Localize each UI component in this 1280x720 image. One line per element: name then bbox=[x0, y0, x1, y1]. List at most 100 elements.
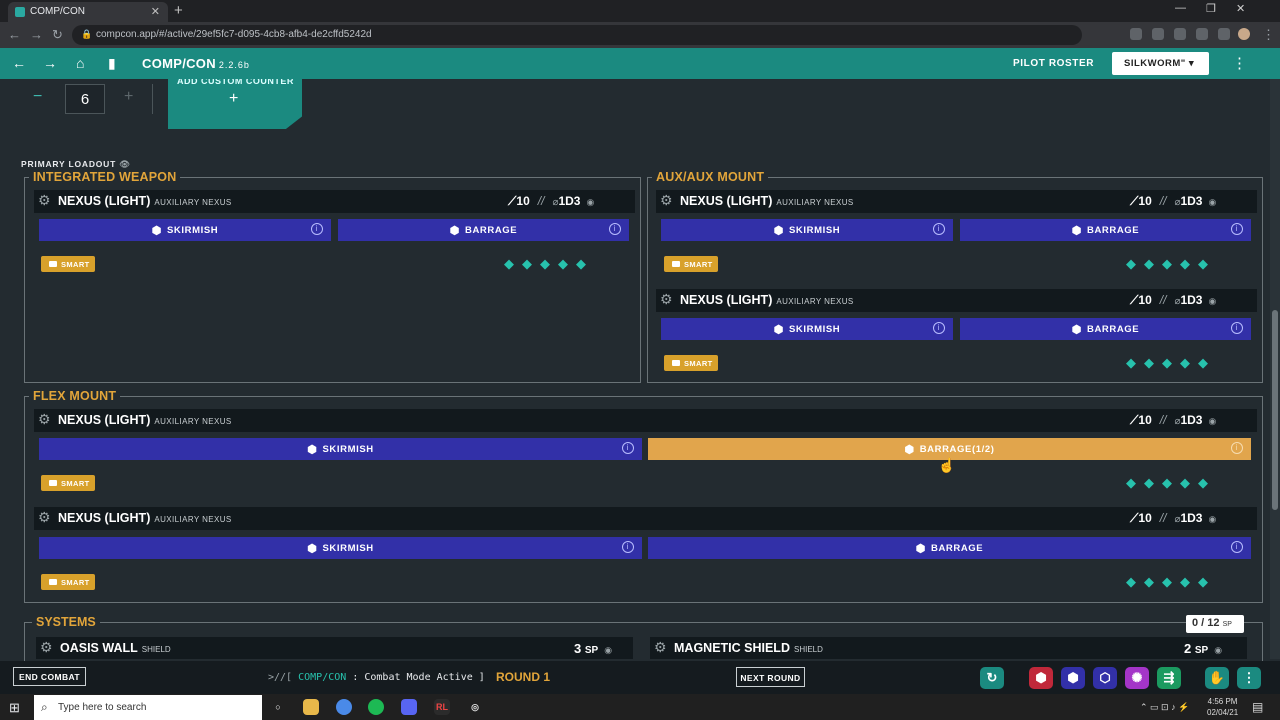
weapon-header[interactable]: ⚙ NEXUS (LIGHT) AUXILIARY NEXUS ⟋10//⌀1D3… bbox=[656, 289, 1257, 312]
url-field[interactable]: 🔒 compcon.app/#/active/29ef5fc7-d095-4cb… bbox=[72, 25, 1082, 45]
uses-diamond-icon[interactable]: ◆◆◆◆◆ bbox=[1126, 475, 1216, 491]
eye-icon[interactable]: ◉ bbox=[586, 197, 594, 207]
tech-icon[interactable]: ✺ bbox=[1125, 667, 1149, 689]
smart-tag[interactable]: SMART bbox=[41, 475, 95, 491]
system-tray[interactable]: ⌃ ▭ ⊡ ♪ ⚡ bbox=[1140, 702, 1189, 713]
uses-diamond-icon[interactable]: ◆◆◆◆◆ bbox=[1126, 355, 1216, 371]
windows-start-icon[interactable]: ⊞ bbox=[9, 700, 20, 716]
info-icon[interactable]: i bbox=[933, 223, 945, 235]
app-icon[interactable]: RL bbox=[434, 699, 450, 715]
back-icon[interactable]: ← bbox=[12, 55, 26, 71]
extension-icon[interactable] bbox=[1152, 28, 1164, 40]
end-combat-button[interactable]: END COMBAT bbox=[13, 667, 86, 686]
browser-menu-icon[interactable]: ⋮ bbox=[1262, 27, 1275, 43]
weapon-header[interactable]: ⚙ NEXUS (LIGHT) AUXILIARY NEXUS ⟋10//⌀1D3… bbox=[34, 507, 1257, 530]
new-tab-button[interactable]: + bbox=[174, 2, 183, 19]
mode-barrage-button[interactable]: ⬢ BARRAGE i bbox=[648, 537, 1251, 559]
profile-avatar[interactable] bbox=[1238, 28, 1250, 40]
info-icon[interactable]: i bbox=[1231, 223, 1243, 235]
smart-tag[interactable]: SMART bbox=[664, 256, 718, 272]
minimize-icon[interactable]: — bbox=[1175, 2, 1186, 14]
mode-skirmish-button[interactable]: ⬢ SKIRMISH i bbox=[39, 438, 642, 460]
info-icon[interactable]: i bbox=[311, 223, 323, 235]
uses-diamond-icon[interactable]: ◆◆◆◆◆ bbox=[504, 256, 594, 272]
more-menu-icon[interactable]: ⋮ bbox=[1237, 667, 1261, 689]
clock[interactable]: 4:56 PM 02/04/21 bbox=[1207, 696, 1238, 718]
weapon-header[interactable]: ⚙ NEXUS (LIGHT) AUXILIARY NEXUS ⟋10//⌀1D3… bbox=[656, 190, 1257, 213]
uses-diamond-icon[interactable]: ◆◆◆◆◆ bbox=[1126, 574, 1216, 590]
spotify-icon[interactable] bbox=[368, 699, 384, 715]
hexagon-icon[interactable]: ⬢ bbox=[1061, 667, 1085, 689]
system-row[interactable]: ⚙ OASIS WALL SHIELD 3 SP ◉ bbox=[36, 637, 633, 659]
steam-icon[interactable]: ◎ bbox=[467, 699, 483, 715]
counter-decrement-button[interactable]: − bbox=[33, 88, 42, 106]
uses-diamond-icon[interactable]: ◆◆◆◆◆ bbox=[1126, 256, 1216, 272]
gear-icon[interactable]: ⚙ bbox=[660, 291, 673, 308]
next-round-button[interactable]: NEXT ROUND bbox=[736, 667, 805, 687]
gear-icon[interactable]: ⚙ bbox=[654, 639, 667, 656]
eye-icon[interactable]: ◉ bbox=[1208, 197, 1216, 207]
taskbar-search-field[interactable]: ⌕ Type here to search bbox=[34, 695, 262, 720]
extension-icon[interactable] bbox=[1130, 28, 1142, 40]
overcharge-icon[interactable]: ⬢ bbox=[1029, 667, 1053, 689]
add-custom-counter-button[interactable]: ADD CUSTOM COUNTER + bbox=[168, 79, 302, 129]
eye-icon[interactable]: ◉ bbox=[604, 645, 612, 655]
weapon-header[interactable]: ⚙ NEXUS (LIGHT) AUXILIARY NEXUS ⟋10//⌀1D3… bbox=[34, 409, 1257, 432]
mode-skirmish-button[interactable]: ⬢ SKIRMISH i bbox=[661, 318, 953, 340]
gear-icon[interactable]: ⚙ bbox=[38, 192, 51, 209]
shield-icon[interactable]: ⬡ bbox=[1093, 667, 1117, 689]
info-icon[interactable]: i bbox=[609, 223, 621, 235]
reload-icon[interactable]: ↻ bbox=[52, 27, 63, 43]
refresh-icon[interactable]: ↻ bbox=[980, 667, 1004, 689]
browser-back-icon[interactable]: ← bbox=[8, 27, 21, 42]
info-icon[interactable]: i bbox=[933, 322, 945, 334]
gear-icon[interactable]: ⚙ bbox=[38, 411, 51, 428]
hand-icon[interactable]: ✋ bbox=[1205, 667, 1229, 689]
browser-tab[interactable]: COMP/CON ✕ bbox=[8, 2, 168, 22]
book-icon[interactable]: ▮ bbox=[108, 55, 116, 72]
info-icon[interactable]: i bbox=[622, 442, 634, 454]
app-menu-icon[interactable]: ⋮ bbox=[1232, 54, 1247, 72]
pilot-roster-link[interactable]: PILOT ROSTER bbox=[1013, 58, 1094, 69]
info-icon[interactable]: i bbox=[622, 541, 634, 553]
mode-skirmish-button[interactable]: ⬢ SKIRMISH i bbox=[39, 537, 642, 559]
window-close-icon[interactable]: ✕ bbox=[1236, 2, 1245, 15]
eye-icon[interactable]: ◉ bbox=[1208, 416, 1216, 426]
gear-icon[interactable]: ⚙ bbox=[40, 639, 53, 656]
info-icon[interactable]: i bbox=[1231, 442, 1243, 454]
gear-icon[interactable]: ⚙ bbox=[38, 509, 51, 526]
weapon-header[interactable]: ⚙ NEXUS (LIGHT) AUXILIARY NEXUS ⟋10//⌀1D3… bbox=[34, 190, 635, 213]
mech-select-button[interactable]: SILKWORM" ▾ bbox=[1112, 52, 1209, 75]
smart-tag[interactable]: SMART bbox=[664, 355, 718, 371]
extension-icon[interactable] bbox=[1218, 28, 1230, 40]
extension-icon[interactable] bbox=[1196, 28, 1208, 40]
mode-skirmish-button[interactable]: ⬢ SKIRMISH i bbox=[661, 219, 953, 241]
eye-icon[interactable]: 👁 bbox=[119, 159, 131, 169]
home-icon[interactable]: ⌂ bbox=[76, 55, 84, 71]
maximize-icon[interactable]: ❐ bbox=[1206, 2, 1216, 15]
eye-icon[interactable]: ◉ bbox=[1208, 514, 1216, 524]
mode-barrage-button[interactable]: ⬢ BARRAGE i bbox=[338, 219, 629, 241]
gear-icon[interactable]: ⚙ bbox=[660, 192, 673, 209]
notifications-icon[interactable]: ▤ bbox=[1252, 700, 1263, 714]
info-icon[interactable]: i bbox=[1231, 541, 1243, 553]
mode-barrage-button[interactable]: ⬢ BARRAGE i bbox=[960, 318, 1251, 340]
cortana-icon[interactable]: ○ bbox=[270, 699, 286, 715]
chrome-icon[interactable] bbox=[336, 699, 352, 715]
smart-tag[interactable]: SMART bbox=[41, 256, 95, 272]
discord-icon[interactable] bbox=[401, 699, 417, 715]
eye-icon[interactable]: ◉ bbox=[1208, 296, 1216, 306]
scrollbar-thumb[interactable] bbox=[1272, 310, 1278, 510]
counter-value[interactable]: 6 bbox=[65, 84, 105, 114]
counter-increment-button[interactable]: + bbox=[124, 88, 133, 106]
move-icon[interactable]: ⇶ bbox=[1157, 667, 1181, 689]
extension-icon[interactable] bbox=[1174, 28, 1186, 40]
eye-icon[interactable]: ◉ bbox=[1214, 645, 1222, 655]
browser-forward-icon[interactable]: → bbox=[30, 27, 43, 42]
tab-close-icon[interactable]: ✕ bbox=[151, 5, 160, 18]
system-row[interactable]: ⚙ MAGNETIC SHIELD SHIELD 2 SP ◉ bbox=[650, 637, 1247, 659]
info-icon[interactable]: i bbox=[1231, 322, 1243, 334]
mode-skirmish-button[interactable]: ⬢ SKIRMISH i bbox=[39, 219, 331, 241]
file-explorer-icon[interactable] bbox=[303, 699, 319, 715]
smart-tag[interactable]: SMART bbox=[41, 574, 95, 590]
